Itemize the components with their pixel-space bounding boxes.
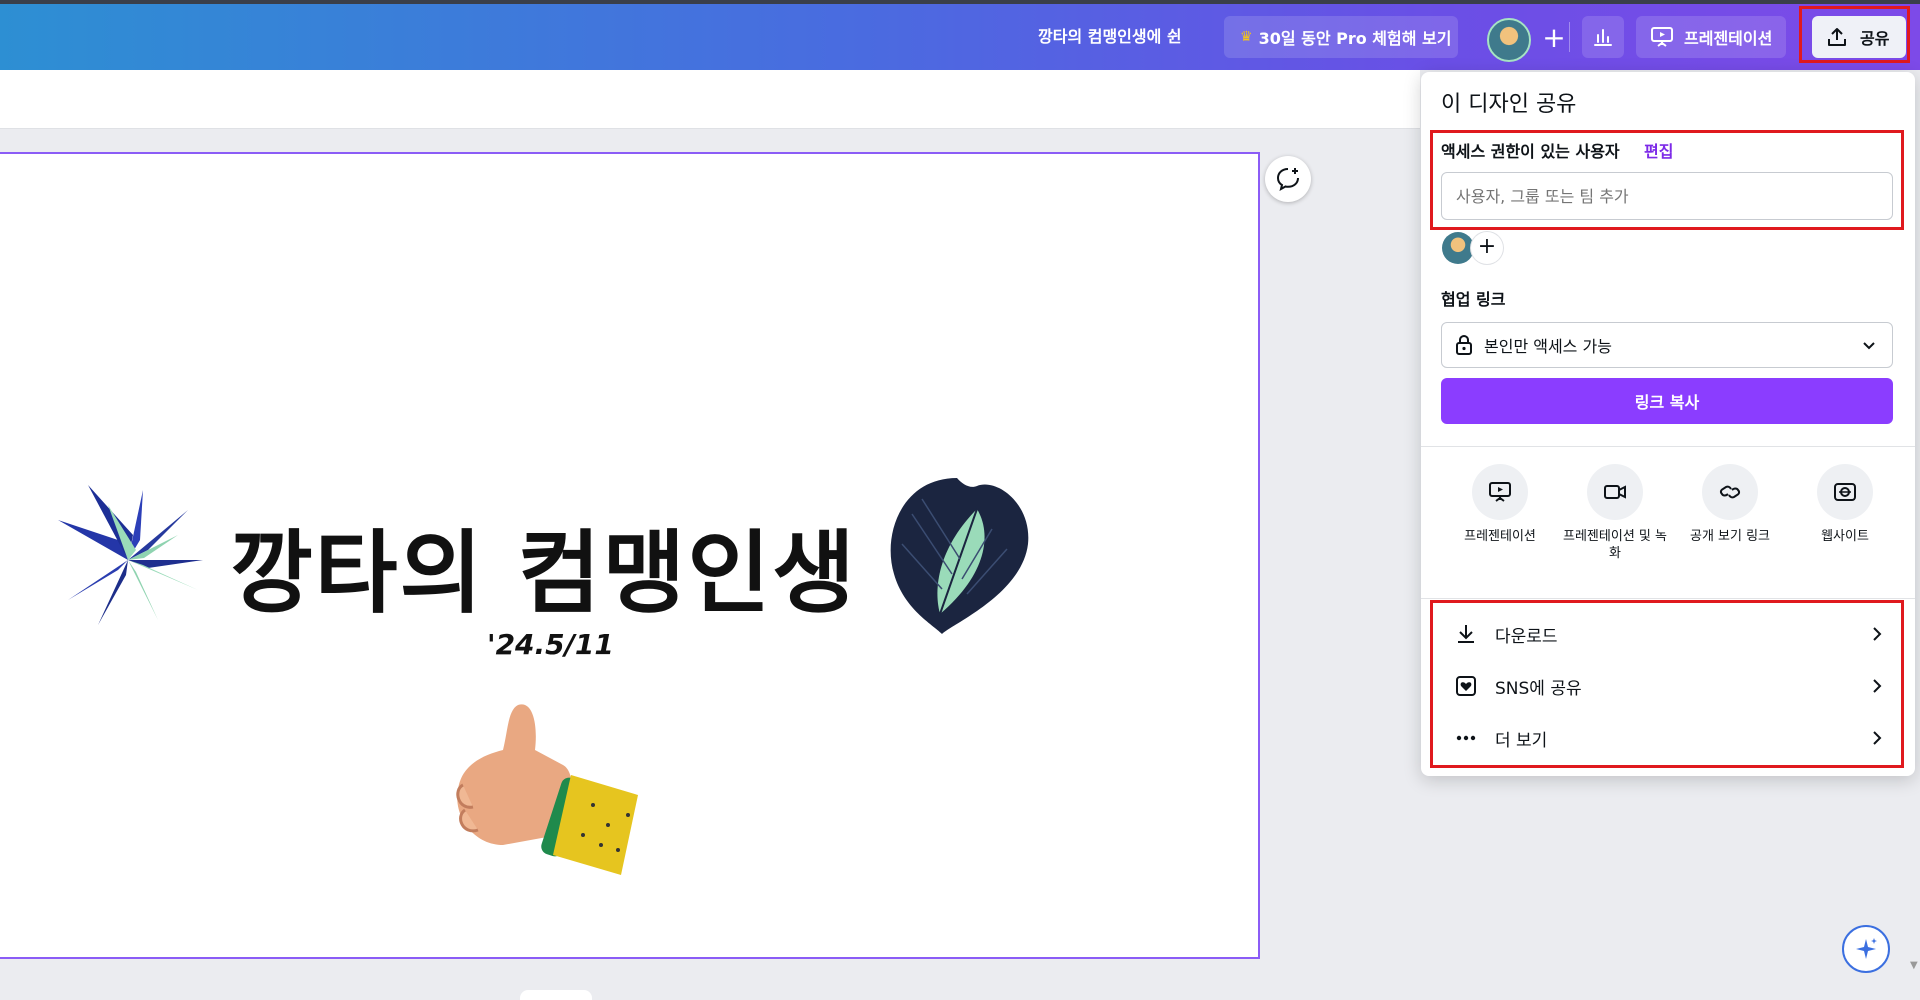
insights-button[interactable]: [1582, 16, 1624, 58]
slide-date[interactable]: '24.5/11: [487, 628, 614, 661]
lock-icon: [1456, 334, 1472, 355]
link-access-value: 본인만 액세스 가능: [1484, 337, 1612, 356]
plant-illustration: [58, 485, 203, 625]
share-highlight-box: [1799, 6, 1910, 63]
add-comment-button[interactable]: [1265, 156, 1311, 202]
option-label: 공개 보기 링크: [1689, 529, 1771, 544]
link-icon: [1702, 464, 1758, 520]
pro-trial-label: 30일 동안 Pro 체험해 보기: [1258, 29, 1452, 48]
option-label: 웹사이트: [1821, 529, 1869, 544]
present-button[interactable]: 프레젠테이션: [1636, 16, 1786, 58]
user-avatar[interactable]: [1487, 18, 1531, 62]
collab-link-label: 협업 링크: [1441, 290, 1506, 309]
add-member-button[interactable]: +: [1471, 232, 1503, 264]
option-website[interactable]: 웹사이트: [1790, 464, 1900, 545]
magic-assistant-button[interactable]: [1842, 925, 1890, 973]
panel-divider: [1421, 446, 1915, 447]
crown-icon: ♛: [1240, 29, 1253, 45]
export-highlight-box: [1430, 600, 1904, 768]
top-toolbar: 깡타의 컴맹인생에 쉰 ♛ 30일 동안 Pro 체험해 보기 + 프레젠테이션…: [0, 4, 1920, 70]
option-present[interactable]: 프레젠테이션: [1445, 464, 1555, 545]
copy-link-button[interactable]: 링크 복사: [1441, 378, 1893, 424]
editor-subbar: [0, 70, 1420, 129]
scroll-arrow-icon[interactable]: ▼: [1910, 960, 1918, 990]
document-title[interactable]: 깡타의 컴맹인생에 쉰: [1038, 4, 1182, 70]
present-label: 프레젠테이션: [1684, 29, 1773, 48]
option-present-record[interactable]: 프레젠테이션 및 녹화: [1560, 464, 1670, 562]
sparkle-icon: [1856, 938, 1877, 959]
share-panel: 이 디자인 공유 액세스 권한이 있는 사용자 편집 + 협업 링크 본인만 액…: [1421, 72, 1915, 776]
present-icon: [1651, 27, 1673, 47]
pro-trial-button[interactable]: ♛ 30일 동안 Pro 체험해 보기: [1224, 16, 1458, 58]
option-label: 프레젠테이션: [1464, 529, 1536, 544]
panel-divider: [1421, 598, 1915, 599]
website-icon: [1817, 464, 1873, 520]
option-public-view-link[interactable]: 공개 보기 링크: [1675, 464, 1785, 545]
option-label: 프레젠테이션 및 녹화: [1563, 529, 1667, 561]
thumbs-up-illustration: [456, 704, 638, 875]
comment-add-icon: [1276, 168, 1299, 191]
record-icon: [1587, 464, 1643, 520]
toolbar-divider: [1569, 22, 1570, 52]
member-avatar[interactable]: [1442, 232, 1474, 264]
bar-chart-icon: [1594, 29, 1612, 46]
access-highlight-box: [1430, 130, 1904, 230]
share-panel-title: 이 디자인 공유: [1441, 92, 1577, 117]
add-collaborator-button[interactable]: +: [1535, 20, 1573, 58]
link-access-dropdown[interactable]: 본인만 액세스 가능: [1441, 322, 1893, 368]
present-icon: [1472, 464, 1528, 520]
slide-title[interactable]: 깡타의 컴맹인생: [230, 500, 857, 630]
chevron-down-icon: [1863, 342, 1875, 350]
page-tab[interactable]: [520, 990, 592, 1000]
leaf-illustration: [890, 478, 1029, 634]
